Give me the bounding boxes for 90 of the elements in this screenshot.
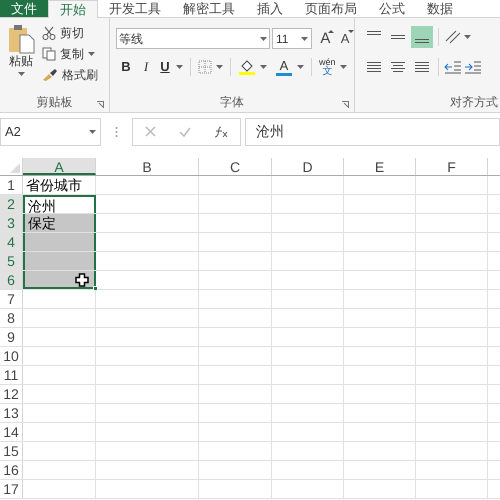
paste-button[interactable]: 粘贴 (6, 24, 36, 92)
ribbon-tab[interactable]: 插入 (246, 0, 294, 17)
dropdown-caret-icon[interactable] (176, 65, 183, 69)
fill-color-icon[interactable] (238, 58, 256, 76)
group-label: 字体 (220, 94, 244, 111)
row-header[interactable]: 9 (0, 328, 23, 346)
ribbon-tab[interactable]: 解密工具 (172, 0, 246, 17)
font-name-field[interactable]: 等线 (116, 28, 270, 49)
table-cell: 省份城市 (23, 176, 96, 194)
phonetic-button[interactable]: wén 文 (319, 57, 336, 77)
align-lines-icon (367, 62, 381, 72)
dropdown-caret-icon[interactable] (260, 36, 267, 40)
column-header[interactable]: D (272, 158, 344, 175)
file-menu-tab[interactable]: 文件 (0, 0, 48, 17)
row-header[interactable]: 15 (0, 442, 23, 460)
down-arrow-icon (348, 30, 354, 32)
font-color-button[interactable]: A (275, 58, 293, 76)
dropdown-caret-icon[interactable] (464, 35, 471, 39)
increase-indent-icon[interactable] (464, 60, 482, 74)
group-label: 对齐方式 (450, 94, 498, 111)
formula-field[interactable]: 沧州 (245, 118, 500, 146)
row-header[interactable]: 7 (0, 290, 23, 308)
column-header[interactable]: C (199, 158, 272, 175)
row-header[interactable]: 16 (0, 461, 23, 479)
grow-font-button[interactable]: A (316, 30, 334, 48)
shrink-font-button[interactable]: A (336, 30, 354, 48)
align-lines-icon (391, 35, 405, 39)
more-options-icon[interactable] (115, 126, 118, 138)
fill-handle-icon[interactable] (93, 286, 98, 291)
dropdown-caret-icon[interactable] (300, 36, 308, 40)
dropdown-caret-icon[interactable] (340, 65, 347, 69)
dialog-launcher-icon[interactable] (342, 101, 349, 108)
column-header[interactable]: A (23, 158, 96, 175)
scissors-icon (42, 26, 56, 40)
name-box[interactable]: A2 (0, 118, 101, 146)
text-orientation-icon[interactable] (444, 29, 462, 45)
align-lines-icon (415, 62, 429, 72)
row-header[interactable]: 8 (0, 309, 23, 327)
up-arrow-icon (328, 30, 334, 32)
bold-button[interactable]: B (118, 57, 134, 77)
row-header[interactable]: 2 (0, 195, 23, 213)
italic-button[interactable]: I (138, 57, 154, 77)
row-header[interactable]: 1 (0, 176, 23, 194)
group-label: 剪贴板 (36, 94, 72, 111)
copy-icon (42, 47, 56, 61)
table-cell: 保定 (23, 214, 96, 232)
paintbrush-icon (42, 68, 58, 82)
ribbon-tab[interactable]: 数据 (416, 0, 464, 17)
cursor-icon (75, 273, 89, 287)
dropdown-caret-icon[interactable] (297, 65, 304, 69)
row-header[interactable]: 11 (0, 366, 23, 384)
dropdown-caret-icon[interactable] (88, 52, 95, 56)
corner-triangle-icon (10, 163, 20, 173)
dialog-launcher-icon[interactable] (97, 101, 104, 108)
align-lines-icon (367, 31, 381, 35)
align-lines-icon (391, 62, 405, 72)
format-painter-button[interactable]: 格式刷 (42, 66, 98, 84)
checkmark-icon[interactable] (178, 126, 191, 136)
column-header[interactable]: E (344, 158, 416, 175)
row-header[interactable]: 13 (0, 404, 23, 422)
row-header[interactable]: 17 (0, 480, 23, 498)
align-lines-icon (415, 39, 429, 43)
row-header[interactable]: 4 (0, 233, 23, 251)
underline-button[interactable]: U (158, 57, 172, 77)
function-icon[interactable] (214, 126, 228, 138)
row-header[interactable]: 3 (0, 214, 23, 232)
borders-icon[interactable] (198, 60, 212, 74)
bottom-align-button[interactable] (411, 26, 433, 48)
color-bar-icon (276, 72, 292, 76)
copy-button[interactable]: 复制 (42, 45, 84, 63)
table-cell: 沧州 (23, 195, 96, 213)
row-header[interactable]: 5 (0, 252, 23, 270)
decrease-indent-icon[interactable] (444, 60, 462, 74)
column-header[interactable]: B (96, 158, 199, 175)
column-header[interactable]: F (416, 158, 488, 175)
dropdown-caret-icon[interactable] (216, 65, 223, 69)
ribbon-tab[interactable]: 页面布局 (294, 0, 368, 17)
clipboard-icon (7, 24, 35, 54)
dropdown-caret-icon[interactable] (89, 130, 96, 134)
dropdown-caret-icon[interactable] (260, 65, 267, 69)
ribbon-tab[interactable]: 公式 (368, 0, 416, 17)
ribbon-tab[interactable]: 开发工具 (98, 0, 172, 17)
row-header[interactable]: 6 (0, 271, 23, 289)
dropdown-caret-icon[interactable] (18, 72, 24, 76)
cut-button[interactable]: 剪切 (42, 24, 98, 42)
ribbon-tab[interactable]: 开始 (48, 0, 98, 19)
row-header[interactable]: 10 (0, 347, 23, 365)
font-size-field[interactable]: 11 (272, 28, 312, 49)
row-header[interactable]: 14 (0, 423, 23, 441)
row-header[interactable]: 12 (0, 385, 23, 403)
